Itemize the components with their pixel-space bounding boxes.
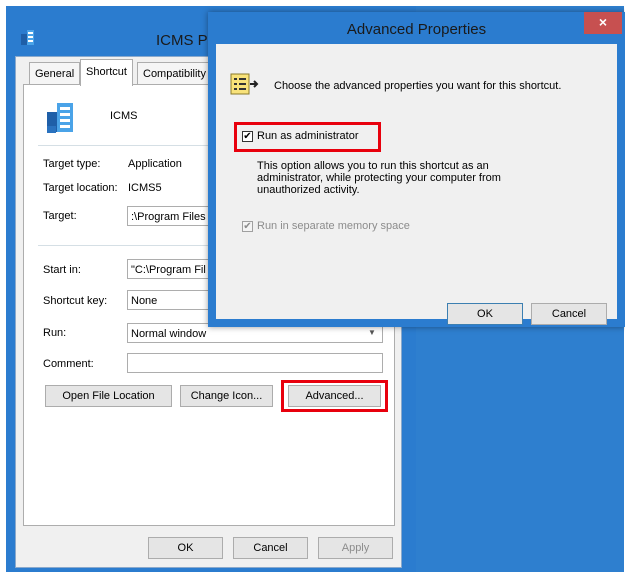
dialog-body: Choose the advanced properties you want … bbox=[216, 44, 617, 325]
comment-input[interactable] bbox=[127, 353, 383, 373]
tab-shortcut[interactable]: Shortcut bbox=[80, 59, 133, 86]
tab-compatibility[interactable]: Compatibility bbox=[137, 62, 212, 85]
separate-memory-checkbox[interactable]: ✔ bbox=[242, 221, 253, 232]
shortcut-app-icon bbox=[45, 100, 77, 134]
target-type-value: Application bbox=[128, 158, 182, 170]
run-label: Run: bbox=[43, 327, 67, 339]
help-line: This option allows you to run this short… bbox=[257, 160, 489, 172]
apply-button[interactable]: Apply bbox=[318, 537, 393, 559]
chevron-down-icon[interactable]: ▼ bbox=[368, 328, 378, 338]
tab-general[interactable]: General bbox=[29, 62, 81, 85]
run-as-admin-label: Run as administrator bbox=[257, 130, 359, 142]
help-line: unauthorized activity. bbox=[257, 184, 360, 196]
dialog-description: Choose the advanced properties you want … bbox=[274, 80, 562, 92]
dialog-ok-button[interactable]: OK bbox=[447, 303, 523, 325]
ok-button[interactable]: OK bbox=[148, 537, 223, 559]
advanced-properties-dialog: Advanced Properties × Choose the advance… bbox=[208, 12, 625, 327]
run-as-admin-help: This option allows you to run this short… bbox=[257, 160, 501, 196]
properties-icon bbox=[230, 72, 260, 96]
shortcut-app-name: ICMS bbox=[110, 110, 138, 122]
advanced-button[interactable]: Advanced... bbox=[288, 385, 381, 407]
target-type-label: Target type: bbox=[43, 158, 101, 170]
open-file-location-button[interactable]: Open File Location bbox=[45, 385, 172, 407]
target-location-label: Target location: bbox=[43, 182, 118, 194]
app-icon bbox=[20, 28, 36, 46]
start-in-label: Start in: bbox=[43, 264, 81, 276]
change-icon-button[interactable]: Change Icon... bbox=[180, 385, 273, 407]
comment-label: Comment: bbox=[43, 358, 94, 370]
target-location-value: ICMS5 bbox=[128, 182, 162, 194]
separate-memory-label: Run in separate memory space bbox=[257, 220, 410, 232]
dialog-title: Advanced Properties bbox=[346, 21, 487, 38]
dialog-cancel-button[interactable]: Cancel bbox=[531, 303, 607, 325]
target-label: Target: bbox=[43, 210, 77, 222]
close-button[interactable]: × bbox=[584, 12, 622, 34]
run-as-admin-checkbox[interactable]: ✔ bbox=[242, 131, 253, 142]
shortcut-key-label: Shortcut key: bbox=[43, 295, 108, 307]
cancel-button[interactable]: Cancel bbox=[233, 537, 308, 559]
close-icon: × bbox=[598, 14, 608, 30]
window-title: ICMS P bbox=[156, 32, 208, 49]
help-line: administrator, while protecting your com… bbox=[257, 172, 501, 184]
